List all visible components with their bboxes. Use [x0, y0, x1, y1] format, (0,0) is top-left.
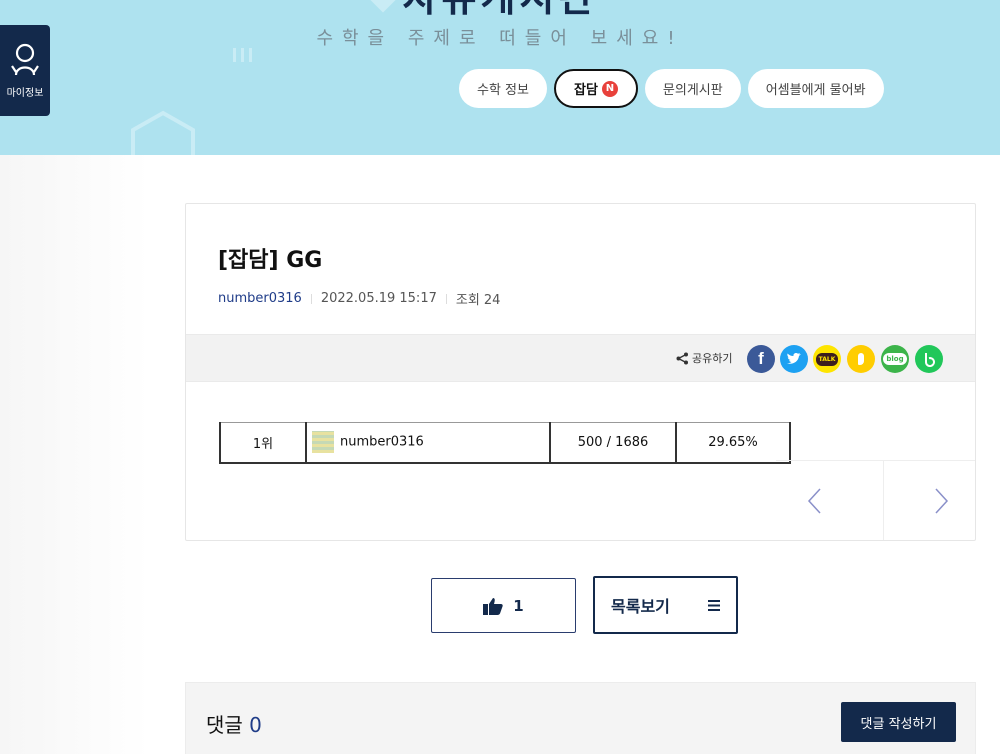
menu-icon — [708, 599, 720, 611]
tab-ask-assemble[interactable]: 어셈블에게 물어봐 — [747, 69, 884, 108]
meta-divider — [445, 293, 447, 304]
rank-cell: 1위 — [219, 422, 307, 464]
tab-label: 문의게시판 — [662, 83, 723, 98]
share-label: 공유하기 — [692, 352, 733, 365]
like-count: 1 — [513, 596, 524, 615]
naver-blog-icon-text: blog — [883, 353, 907, 365]
kakaotalk-icon[interactable]: TALK — [813, 345, 841, 373]
score-cell: 500 / 1686 — [549, 422, 677, 464]
thumbs-up-icon — [483, 597, 503, 615]
kakaotalk-icon-text: TALK — [815, 352, 839, 366]
ranking-name: number0316 — [340, 434, 424, 450]
band-icon[interactable] — [915, 345, 943, 373]
nav-divider — [883, 460, 884, 540]
decorative-hexagon-icon — [131, 110, 195, 155]
comments-title: 댓글 — [206, 713, 243, 737]
write-comment-button[interactable]: 댓글 작성하기 — [841, 702, 956, 742]
meta-divider — [310, 293, 312, 304]
comments-header: 댓글 0 — [206, 709, 262, 738]
chevron-left-icon[interactable] — [806, 487, 822, 515]
facebook-icon[interactable]: f — [747, 345, 775, 373]
tab-label: 잡담 — [573, 83, 598, 98]
tab-label: 어셈블에게 물어봐 — [765, 83, 866, 98]
post-author[interactable]: number0316 — [218, 291, 302, 306]
post-views: 조회 24 — [455, 293, 501, 308]
like-button[interactable]: 1 — [431, 578, 576, 633]
write-comment-label: 댓글 작성하기 — [860, 716, 937, 732]
naver-blog-icon[interactable]: blog — [881, 345, 909, 373]
board-tabs: 수학 정보 잡담 N 문의게시판 어셈블에게 물어봐 — [459, 69, 884, 108]
table-row: 1위 number0316 500 / 1686 29.65% — [219, 422, 791, 464]
post-card: [잡담] GG number0316 2022.05.19 15:17 조회 2… — [185, 203, 976, 541]
name-cell: number0316 — [305, 422, 551, 464]
comments-count: 0 — [249, 713, 262, 737]
comments-section: 댓글 0 댓글 작성하기 — [185, 682, 976, 754]
new-badge: N — [601, 80, 618, 97]
tab-label: 수학 정보 — [477, 83, 529, 98]
share-icon — [676, 352, 688, 364]
user-icon — [11, 43, 39, 76]
list-view-label: 목록보기 — [611, 597, 670, 616]
tab-math-info[interactable]: 수학 정보 — [459, 69, 547, 108]
share-bar: 공유하기 f TALK blog — [186, 334, 975, 382]
ranking-image: 1위 number0316 500 / 1686 29.65% — [219, 422, 791, 464]
share-button[interactable]: 공유하기 — [676, 350, 732, 366]
percent-cell: 29.65% — [675, 422, 791, 464]
page-title: 자유게시판 — [0, 0, 1000, 18]
post-meta: number0316 2022.05.19 15:17 조회 24 — [218, 289, 500, 308]
post-title: [잡담] GG — [218, 248, 323, 273]
hero-banner: 자유게시판 수학을 주제로 떠들어 보세요! 수학 정보 잡담 N 문의게시판 … — [0, 0, 1000, 155]
page-subtitle: 수학을 주제로 떠들어 보세요! — [316, 28, 684, 49]
twitter-icon[interactable] — [780, 345, 808, 373]
chevron-right-icon[interactable] — [934, 487, 950, 515]
profile-thumbnail — [312, 431, 334, 454]
tab-chat[interactable]: 잡담 N — [553, 69, 638, 108]
left-gutter — [0, 155, 150, 754]
tab-inquiry[interactable]: 문의게시판 — [644, 69, 741, 108]
kakaostory-icon[interactable] — [847, 345, 875, 373]
my-info-label: 마이정보 — [6, 88, 44, 99]
my-info-button[interactable]: 마이정보 — [0, 25, 50, 116]
list-view-button[interactable]: 목록보기 — [593, 576, 738, 634]
nav-divider — [776, 460, 975, 461]
post-date: 2022.05.19 15:17 — [320, 291, 437, 306]
